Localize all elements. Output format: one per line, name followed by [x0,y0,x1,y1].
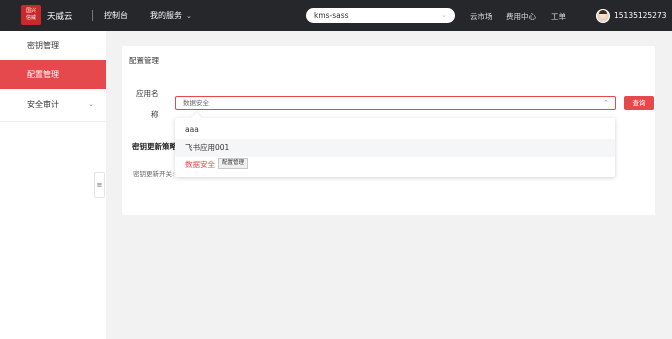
sidebar-item-security-audit[interactable]: 安全审计 ⌄ [0,90,106,119]
sidebar-item-config-management[interactable]: 配置管理 [0,60,106,89]
cloud-market-link[interactable]: 云市场 [470,11,493,22]
sidebar: 密钥管理 配置管理 安全审计 ⌄ [0,31,106,339]
sidebar-item-label: 安全审计 [27,100,59,109]
ticket-link[interactable]: 工单 [551,11,566,22]
username[interactable]: 15135125273 [614,11,667,20]
top-bar: 国兴 信威 天威云 控制台 我的服务 ⌄ kms-sass ⌄ 云市场 费用中心 工… [0,0,672,31]
sidebar-collapse-icon[interactable]: ≡ [94,172,105,198]
divider [92,10,93,21]
app-name-select[interactable]: 数据安全 ⌃ [175,96,616,110]
environment-value: kms-sass [314,11,349,20]
section-heading: 密钥更新策略 [132,142,177,151]
sidebar-item-key-management[interactable]: 密钥管理 [0,31,106,60]
tooltip: 配置管理 [218,158,249,169]
my-services-menu[interactable]: 我的服务 ⌄ [150,10,192,21]
chevron-down-icon: ⌄ [186,12,192,20]
chevron-up-icon: ⌃ [603,99,609,107]
divider [0,121,106,122]
billing-center-link[interactable]: 费用中心 [506,11,536,22]
sidebar-item-label: 密钥管理 [27,41,59,50]
brand-name[interactable]: 天威云 [47,10,73,22]
console-link[interactable]: 控制台 [104,10,128,21]
app-name-label-cont: 称 [151,110,159,119]
chevron-down-icon: ⌄ [88,100,94,108]
app-name-select-value: 数据安全 [183,99,209,107]
sidebar-item-label: 配置管理 [27,70,59,79]
brand-logo[interactable]: 国兴 信威 [21,5,41,25]
page-title: 配置管理 [129,56,159,65]
app-name-label: 应用名 [136,89,159,98]
query-button[interactable]: 查询 [624,96,654,110]
avatar[interactable] [596,9,610,23]
chevron-down-icon: ⌄ [441,11,447,19]
dropdown-option[interactable]: 飞书应用001 [175,139,615,157]
key-update-switch-label: 密钥更新开关: [133,170,175,178]
environment-select[interactable]: kms-sass ⌄ [306,8,455,23]
my-services-label: 我的服务 [150,11,182,20]
dropdown-option[interactable]: aaa [175,121,615,139]
